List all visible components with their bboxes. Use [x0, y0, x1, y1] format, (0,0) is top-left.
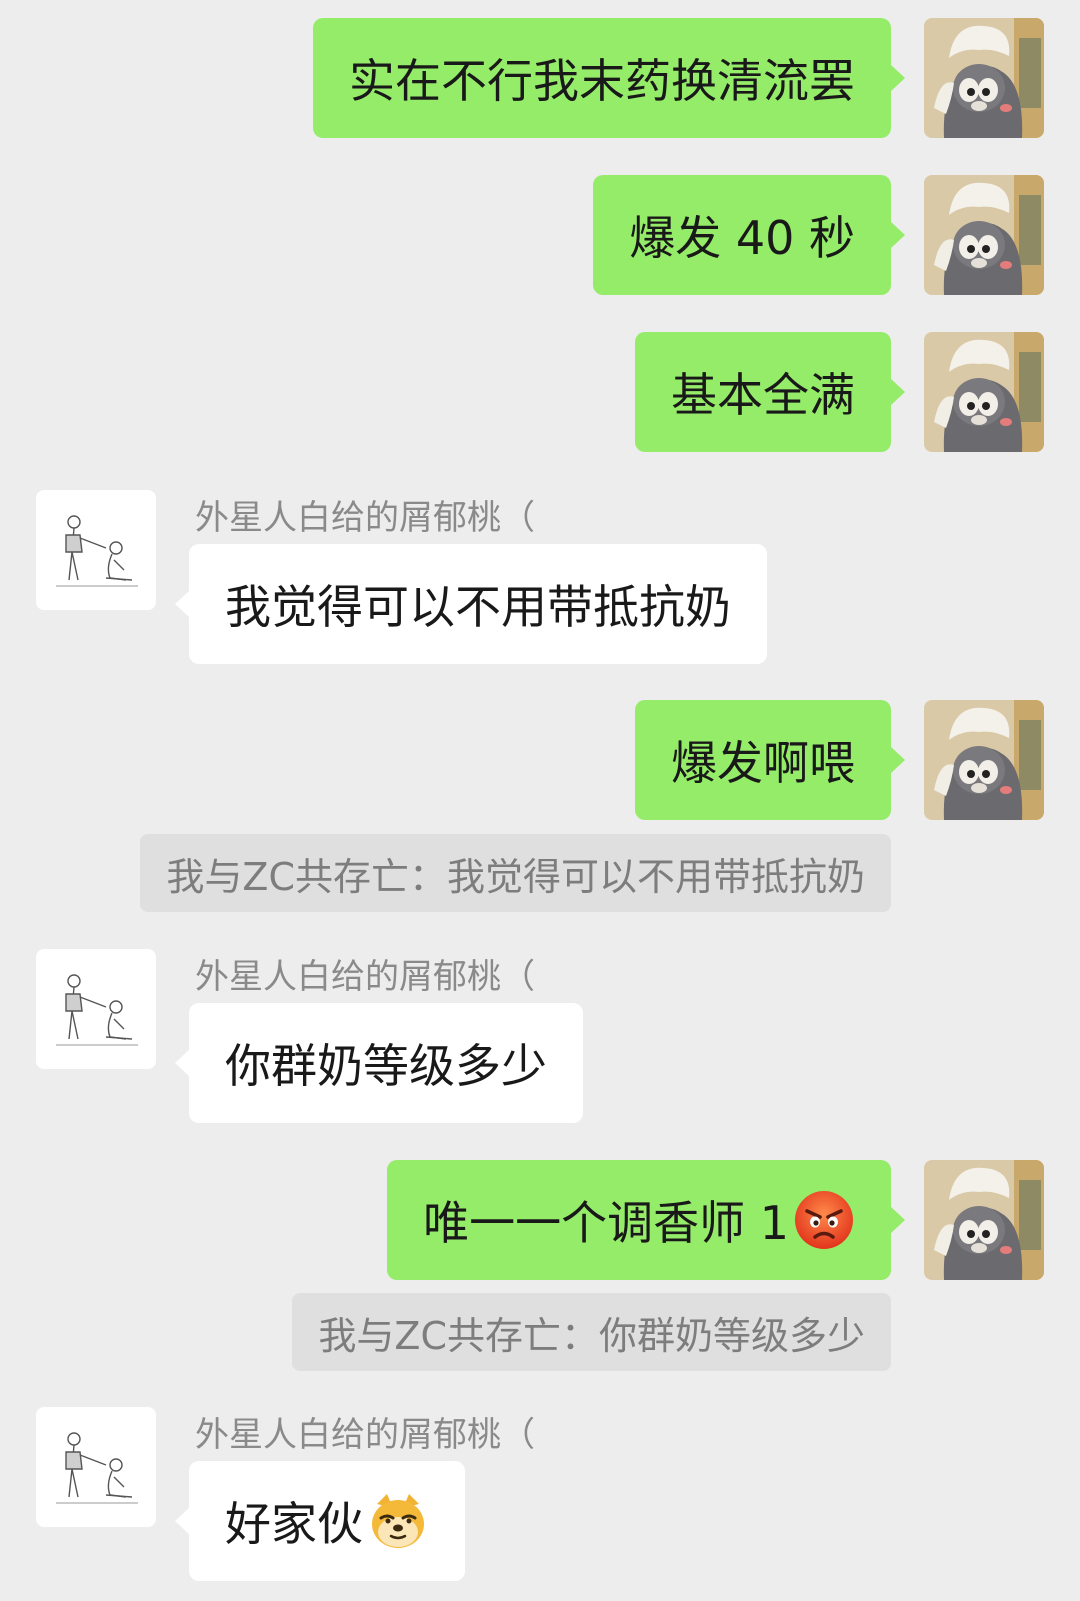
other-avatar[interactable]	[36, 949, 156, 1069]
sketch-avatar-icon	[36, 490, 156, 610]
cat-avatar-icon	[924, 175, 1044, 295]
message-text: 唯一一个调香师 1	[423, 1196, 789, 1250]
quoted-message[interactable]: 我与ZC共存亡：我觉得可以不用带抵抗奶	[140, 834, 891, 912]
other-avatar[interactable]	[36, 490, 156, 610]
message-text: 实在不行我末药换清流罢	[349, 54, 855, 108]
cat-avatar-icon	[924, 332, 1044, 452]
sketch-avatar-icon	[36, 949, 156, 1069]
doge-icon	[367, 1490, 429, 1552]
message-bubble-other[interactable]: 你群奶等级多少	[175, 1003, 583, 1123]
message-text: 好家伙	[225, 1497, 363, 1551]
message-text: 爆发 40 秒	[629, 211, 855, 265]
message-bubble-self[interactable]: 爆发 40 秒	[593, 175, 905, 295]
message-text: 基本全满	[671, 368, 855, 422]
angry-face-icon	[793, 1189, 855, 1251]
message-text: 你群奶等级多少	[225, 1039, 547, 1093]
self-avatar[interactable]	[924, 1160, 1044, 1280]
message-text: 爆发啊喂	[671, 736, 855, 790]
sender-name: 外星人白给的屑郁桃（	[195, 1415, 535, 1455]
message-bubble-self[interactable]: 爆发啊喂	[635, 700, 905, 820]
message-bubble-self[interactable]: 唯一一个调香师 1	[387, 1160, 905, 1280]
self-avatar[interactable]	[924, 700, 1044, 820]
message-bubble-self[interactable]: 基本全满	[635, 332, 905, 452]
quoted-message[interactable]: 我与ZC共存亡：你群奶等级多少	[292, 1293, 891, 1371]
cat-avatar-icon	[924, 18, 1044, 138]
message-text: 我觉得可以不用带抵抗奶	[225, 580, 731, 634]
message-bubble-other[interactable]: 我觉得可以不用带抵抗奶	[175, 544, 767, 664]
quote-text: 我与ZC共存亡：我觉得可以不用带抵抗奶	[166, 854, 865, 899]
quote-text: 我与ZC共存亡：你群奶等级多少	[318, 1313, 865, 1358]
self-avatar[interactable]	[924, 332, 1044, 452]
sketch-avatar-icon	[36, 1407, 156, 1527]
sender-name: 外星人白给的屑郁桃（	[195, 498, 535, 538]
cat-avatar-icon	[924, 1160, 1044, 1280]
cat-avatar-icon	[924, 700, 1044, 820]
sender-name: 外星人白给的屑郁桃（	[195, 957, 535, 997]
message-bubble-self[interactable]: 实在不行我末药换清流罢	[313, 18, 905, 138]
self-avatar[interactable]	[924, 175, 1044, 295]
other-avatar[interactable]	[36, 1407, 156, 1527]
message-bubble-other[interactable]: 好家伙	[175, 1461, 465, 1581]
self-avatar[interactable]	[924, 18, 1044, 138]
